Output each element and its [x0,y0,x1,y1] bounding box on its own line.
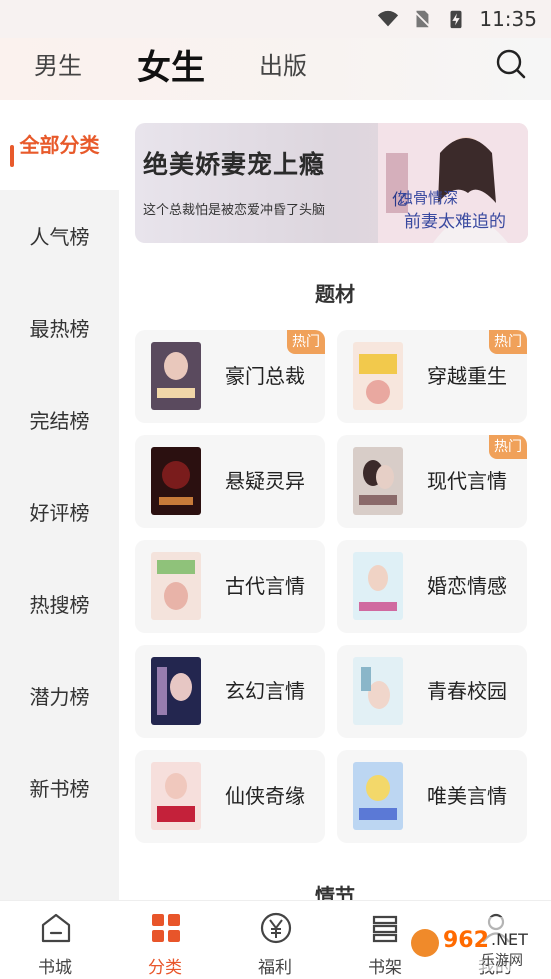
battery-charging-icon [450,10,462,29]
section-title-theme: 题材 [315,282,355,306]
sidebar-item-label: 完结榜 [29,408,90,433]
book-cover [353,762,403,830]
genre-name: 现代言情 [427,469,507,493]
book-cover [151,342,201,410]
genre-name: 古代言情 [225,574,305,598]
book-cover [151,657,201,725]
sidebar-item-potential[interactable]: 潜力榜 [0,665,119,725]
nav-welfare[interactable]: 福利 [220,901,330,979]
genre-card[interactable]: 穿越重生 热门 [337,330,527,423]
tab-male[interactable]: 男生 [34,46,82,81]
top-tabs: 男生 女生 出版 [0,38,551,100]
tab-female[interactable]: 女生 [137,40,205,89]
no-sim-icon [413,10,432,28]
site-watermark-logo: 962 .NET 乐游网 [407,917,547,971]
nav-label: 分类 [148,958,182,978]
home-icon [41,913,71,943]
genre-card[interactable]: 豪门总裁 热门 [135,330,325,423]
banner-illustration: 亿 蚀骨情深 前妻太难追的 [378,123,528,243]
tab-publish[interactable]: 出版 [259,46,307,81]
sidebar-item-label: 新书榜 [29,776,90,801]
svg-text:.NET: .NET [491,930,528,949]
hot-badge: 热门 [489,435,527,459]
sidebar-item-good-reviews[interactable]: 好评榜 [0,481,119,541]
search-icon[interactable] [495,48,527,80]
book-cover [353,447,403,515]
sidebar-item-popular[interactable]: 人气榜 [0,205,119,265]
sidebar-item-hot-search[interactable]: 热搜榜 [0,573,119,633]
sidebar-item-label: 热搜榜 [29,592,90,617]
genre-name: 仙侠奇缘 [225,784,305,808]
sidebar-item-hottest[interactable]: 最热榜 [0,297,119,357]
genre-card[interactable]: 唯美言情 [337,750,527,843]
genre-name: 玄幻言情 [225,679,305,703]
hot-badge: 热门 [489,330,527,354]
sidebar-item-label: 潜力榜 [29,684,90,709]
status-bar: 11:35 [0,0,551,38]
genre-name: 悬疑灵异 [225,469,305,493]
book-cover [151,762,201,830]
nav-category[interactable]: 分类 [110,901,220,979]
banner-title: 绝美娇妻宠上瘾 [143,150,326,179]
genre-card[interactable]: 青春校园 [337,645,527,738]
genre-name: 穿越重生 [427,364,507,388]
genre-card[interactable]: 古代言情 [135,540,325,633]
banner-subtitle: 这个总裁怕是被恋爱冲昏了头脑 [143,203,326,218]
bookshelf-icon [372,915,398,943]
sidebar-item-label: 人气榜 [29,224,90,249]
category-grid-icon [152,914,180,942]
genre-card[interactable]: 玄幻言情 [135,645,325,738]
svg-text:蚀骨情深: 蚀骨情深 [398,189,458,207]
sidebar-item-label: 最热榜 [29,316,90,341]
svg-text:前妻太难追的: 前妻太难追的 [404,212,506,232]
svg-text:962: 962 [443,928,489,953]
genre-name: 唯美言情 [427,784,507,808]
genre-card[interactable]: 现代言情 热门 [337,435,527,528]
wifi-icon [378,10,399,27]
nav-bookstore[interactable]: 书城 [0,901,110,979]
status-time: 11:35 [479,7,537,31]
genre-card[interactable]: 仙侠奇缘 [135,750,325,843]
book-cover [353,657,403,725]
svg-text:乐游网: 乐游网 [481,953,523,969]
nav-label: 书城 [38,958,72,978]
sidebar-item-label: 好评榜 [29,500,90,525]
book-cover [353,552,403,620]
genre-name: 青春校园 [427,679,507,703]
bottom-nav: 书城 分类 福利 书架 我的 962 .NET 乐游网 [0,900,551,979]
nav-label: 福利 [258,958,292,978]
hot-badge: 热门 [287,330,325,354]
sidebar-item-all[interactable]: 全部分类 [0,113,119,173]
sidebar-item-new-books[interactable]: 新书榜 [0,757,119,817]
content-area: 绝美娇妻宠上瘾 这个总裁怕是被恋爱冲昏了头脑 亿 蚀骨情深 前妻太难追的 题材 … [119,100,551,908]
sidebar-item-completed[interactable]: 完结榜 [0,389,119,449]
book-cover [151,447,201,515]
yuan-coin-icon [260,912,292,944]
genre-name: 婚恋情感 [427,574,507,598]
genre-card[interactable]: 悬疑灵异 [135,435,325,528]
promo-banner[interactable]: 绝美娇妻宠上瘾 这个总裁怕是被恋爱冲昏了头脑 亿 蚀骨情深 前妻太难追的 [135,123,528,243]
sidebar-item-label: 全部分类 [19,132,100,157]
genre-card[interactable]: 婚恋情感 [337,540,527,633]
book-cover [151,552,201,620]
genre-name: 豪门总裁 [225,364,305,388]
book-cover [353,342,403,410]
